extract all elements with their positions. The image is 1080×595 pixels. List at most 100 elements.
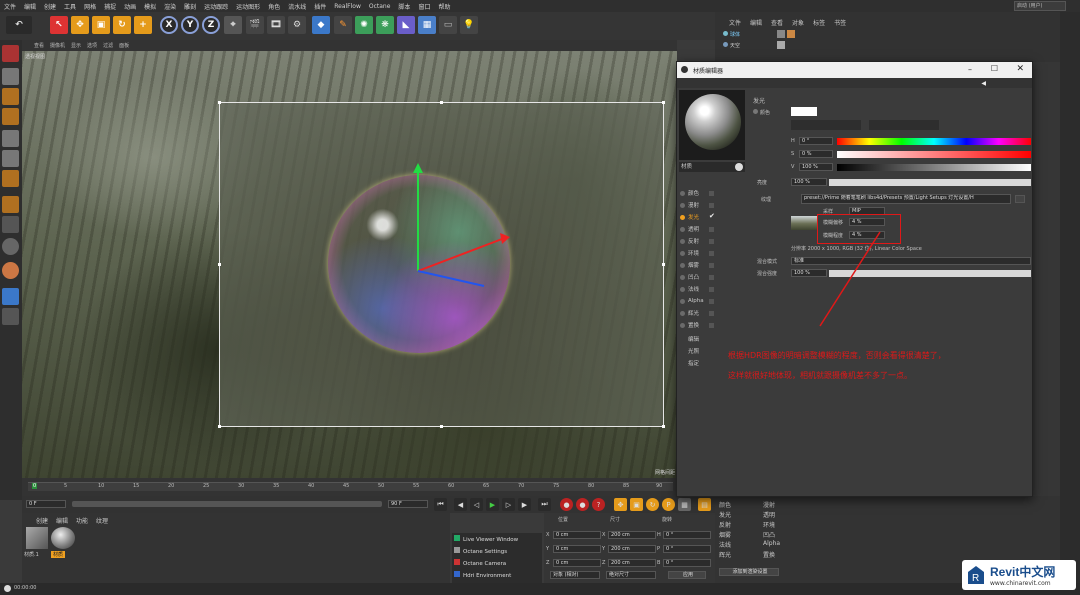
add-tool-icon[interactable]: + [134,16,152,34]
prev-frame-icon[interactable]: ◁ [470,498,483,511]
render-view-icon[interactable]: 🎬 [246,16,264,34]
camera-icon[interactable]: ▭ [439,16,457,34]
key-pla-icon[interactable]: ▦ [678,498,691,511]
menu-item-create[interactable]: 创建 [44,2,56,11]
material-swatch-selected[interactable] [51,527,75,549]
rotation-b-field[interactable]: 0 ° [663,559,711,567]
viewport-menu-options[interactable]: 选项 [87,42,97,49]
move-gizmo-icon[interactable] [402,161,532,291]
attr-channel[interactable]: 颜色 [719,500,759,510]
menu-item-simulate[interactable]: 模拟 [144,2,156,11]
menu-item-octane[interactable]: Octane [369,3,391,10]
edges-mode-icon[interactable] [2,150,19,167]
sky-tag-icon[interactable] [777,41,785,49]
material-preview[interactable] [679,90,745,160]
go-to-end-icon[interactable]: ⏭ [538,498,551,511]
menu-item-tools[interactable]: 工具 [64,2,76,11]
rotate-tool-icon[interactable]: ↻ [113,16,131,34]
texture-tag-icon[interactable] [787,30,795,38]
menu-item-animate[interactable]: 动画 [124,2,136,11]
menu-item-realflow[interactable]: RealFlow [334,3,361,10]
pen-icon[interactable]: ✎ [334,16,352,34]
obj-menu-bookmark[interactable]: 书签 [834,18,846,27]
viewport-menu-view[interactable]: 查看 [34,42,44,49]
undo-icon[interactable]: ↶ [6,16,32,34]
polygons-mode-icon[interactable] [2,170,19,187]
menu-item-window[interactable]: 窗口 [418,2,430,11]
color-picker-icons[interactable] [869,120,939,130]
color-mode-icons[interactable] [791,120,861,130]
size-y-field[interactable]: 200 cm [608,545,656,553]
record-icon[interactable]: ● [560,498,573,511]
hue-field[interactable]: 0 ° [799,137,833,145]
key-rotation-icon[interactable]: ↻ [646,498,659,511]
size-z-field[interactable]: 200 cm [608,559,656,567]
menu-item-render[interactable]: 渲染 [164,2,176,11]
attr-channel[interactable]: Alpha [763,540,803,550]
scale-tool-icon[interactable]: ▣ [92,16,110,34]
channel-normal[interactable]: 法线 [679,284,745,294]
keyframe-selection-icon[interactable]: ? [592,498,605,511]
channel-glow[interactable]: 辉光 [679,308,745,318]
timeline-window-icon[interactable]: ▤ [698,498,711,511]
editor-item[interactable]: 编辑 [679,334,745,344]
obj-menu-view[interactable]: 查看 [771,18,783,27]
object-row[interactable]: 天空 [723,42,740,49]
points-mode-icon[interactable] [2,130,19,147]
attr-channel[interactable]: 环境 [763,520,803,530]
coord-mode-dropdown[interactable]: 对象 (相对) [550,571,600,579]
attr-channel[interactable]: 漫射 [763,500,803,510]
key-param-icon[interactable]: P [662,498,675,511]
workplane-icon[interactable] [2,108,19,125]
grid-icon[interactable] [2,288,19,305]
x-axis-button[interactable]: X [160,16,178,34]
render-settings-icon[interactable]: ⚙ [288,16,306,34]
snap-icon[interactable] [2,238,19,255]
texture-mode-icon[interactable] [2,88,19,105]
attr-channel[interactable]: 透明 [763,510,803,520]
attr-channel[interactable]: 法线 [719,540,759,550]
menu-item-snap[interactable]: 捕捉 [104,2,116,11]
menu-item-script[interactable]: 脚本 [398,2,410,11]
viewport-menu-display[interactable]: 显示 [71,42,81,49]
region-handle[interactable] [662,425,665,428]
select-tool-icon[interactable]: ↖ [50,16,68,34]
menu-item-sculpt[interactable]: 雕刻 [184,2,196,11]
value-slider[interactable] [837,164,1031,171]
obj-menu-object[interactable]: 对象 [792,18,804,27]
menu-item-motion-tracking[interactable]: 运动跟踪 [204,2,228,11]
rotation-h-field[interactable]: 0 ° [663,531,711,539]
brightness-field[interactable]: 100 % [791,178,827,186]
saturation-field[interactable]: 0 % [799,150,833,158]
mat-menu-edit[interactable]: 编辑 [56,516,68,525]
attr-channel[interactable]: 凹凸 [763,530,803,540]
channel-luminance[interactable]: 发光 ✔ [679,212,745,222]
go-to-start-icon[interactable]: ⏮ [434,498,447,511]
octane-camera-item[interactable]: Octane Camera [454,559,506,567]
channel-alpha[interactable]: Alpha [679,296,745,306]
octane-settings-item[interactable]: Octane Settings [454,547,507,555]
viewport[interactable]: 透视视图 网格间距 [22,51,677,478]
saturation-slider[interactable] [837,151,1031,158]
autokey-icon[interactable]: ● [576,498,589,511]
channel-transparency[interactable]: 透明 [679,224,745,234]
render-picture-viewer-icon[interactable]: 🎞 [267,16,285,34]
key-scale-icon[interactable]: ▣ [630,498,643,511]
apply-button[interactable]: 应用 [668,571,706,579]
mat-menu-create[interactable]: 创建 [36,516,48,525]
maximize-icon[interactable]: ☐ [991,64,998,73]
viewport-menu-camera[interactable]: 摄像机 [50,42,65,49]
position-x-field[interactable]: 0 cm [553,531,601,539]
mat-menu-function[interactable]: 功能 [76,516,88,525]
subdivision-icon[interactable]: ✺ [355,16,373,34]
region-handle[interactable] [218,425,221,428]
timeline-ruler[interactable]: 0 5 10 15 20 25 30 35 40 45 50 55 60 65 … [28,482,673,491]
menu-item-plugins[interactable]: 插件 [314,2,326,11]
close-icon[interactable]: ✕ [1016,64,1024,74]
texture-path-field[interactable]: preset://Prime 随着笔笔刷 libs4d/Presets 预置/L… [801,194,1011,204]
lock-workplane-icon[interactable] [2,262,19,279]
next-key-icon[interactable]: ▶ [518,498,531,511]
menu-item-edit[interactable]: 编辑 [24,2,36,11]
cube-icon[interactable]: ◆ [312,16,330,34]
coordinate-system-icon[interactable]: ⌖ [224,16,242,34]
